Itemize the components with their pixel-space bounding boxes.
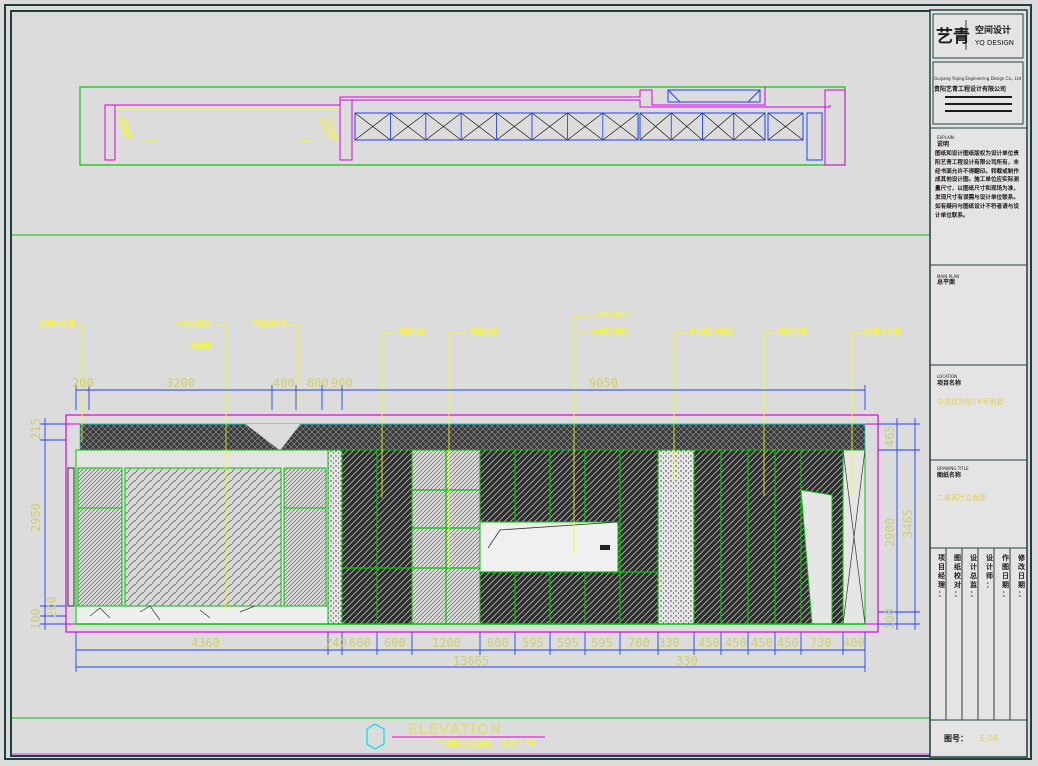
drawing-title-en: DRAWING TITLE bbox=[937, 466, 969, 471]
bottom-dim: 700 bbox=[628, 636, 650, 650]
annotation-label: 墙纸饰面 bbox=[470, 327, 498, 336]
bottom-dim: 595 bbox=[557, 636, 579, 650]
sign-column-char: 计 bbox=[970, 562, 977, 571]
sign-column-char: 日 bbox=[1002, 572, 1009, 580]
top-dim: 900 bbox=[331, 376, 353, 390]
right-dim: 3465 bbox=[901, 509, 915, 538]
left-dim: 200 bbox=[45, 596, 59, 618]
top-dim: 400 bbox=[273, 376, 295, 390]
elevation-marker-icon bbox=[366, 723, 385, 750]
logo: 艺青 bbox=[936, 26, 970, 47]
explain-label-en: EXPLAIN bbox=[937, 135, 954, 140]
cad-drawing: 防腐木饰面 木纹饰面板 墨镜面 不锈钢饰条 墙纸饰条 墙纸饰面 大理石/墙纸 大… bbox=[12, 9, 1028, 758]
sign-column-char: 纸 bbox=[954, 562, 961, 571]
company-en: Guiyang Yiqing Engineering Design Co., L… bbox=[934, 76, 1021, 81]
drawing-no-value: E-08 bbox=[980, 734, 998, 743]
annotation-label: 防腐木饰面 bbox=[866, 327, 901, 336]
sign-column-char: 期 bbox=[1018, 580, 1025, 589]
top-dim: 200 bbox=[72, 376, 94, 390]
bottom-dim: 4360 bbox=[191, 636, 220, 650]
bottom-dim: 450 bbox=[698, 636, 720, 650]
bottom-dim: 1200 bbox=[432, 636, 461, 650]
annotation-label: 墙纸饰面 bbox=[779, 327, 807, 336]
footer-scale: 比例 1:50 bbox=[500, 738, 537, 748]
left-dim: 100 bbox=[29, 608, 43, 630]
right-dim: 100 bbox=[883, 608, 897, 630]
company-cn: 贵阳艺青工程设计有限公司 bbox=[934, 85, 1006, 93]
location-cn: 项目名称 bbox=[937, 379, 961, 387]
left-dim: 215 bbox=[29, 418, 43, 440]
explain-text-box: 图纸和设计图纸版权为设计单位贵阳艺青工程设计有限公司所有，未经书面允许不得翻印。… bbox=[935, 151, 1019, 219]
sign-column-char: 期 bbox=[1002, 580, 1009, 589]
sign-column-char: 校 bbox=[954, 571, 962, 580]
location-en: LOCATION bbox=[937, 374, 957, 379]
location-value: 中铁建贵阳5#号别墅 bbox=[937, 397, 1003, 406]
sign-column-char: ： bbox=[1002, 590, 1009, 598]
annotation-label: 不锈钢饰条 bbox=[252, 319, 287, 328]
annotation-label: 大理石/墙纸 bbox=[592, 310, 629, 319]
elevation-view bbox=[65, 414, 879, 633]
plan-view bbox=[79, 86, 846, 166]
explain-label-cn: 说明 bbox=[937, 140, 949, 148]
sign-column-char: ： bbox=[938, 590, 945, 598]
bottom-dim: 600 bbox=[384, 636, 406, 650]
bottom-dim: 600 bbox=[487, 636, 509, 650]
sign-column-char: 设 bbox=[970, 553, 978, 562]
sign-column-char: 日 bbox=[1018, 572, 1025, 580]
bottom-dim: 450 bbox=[725, 636, 747, 650]
drawing-no-label: 图号： bbox=[944, 734, 968, 743]
sign-column-char: 计 bbox=[986, 562, 993, 571]
sign-column-char: 项 bbox=[938, 553, 945, 562]
bottom-dim: 600 bbox=[349, 636, 371, 650]
bottom-dim: 240 bbox=[325, 636, 347, 650]
main-plan-cn: 总平面 bbox=[937, 278, 955, 286]
sign-column-char: 图 bbox=[954, 553, 961, 562]
sign-column-char: 理 bbox=[938, 580, 945, 589]
sign-column-char: 修 bbox=[1017, 553, 1026, 562]
bottom-dim: 400 bbox=[843, 636, 865, 650]
annotation-label: 防腐木饰面 bbox=[40, 319, 75, 328]
total-dim: 13665 bbox=[453, 654, 489, 668]
top-dim: 3200 bbox=[166, 376, 195, 390]
bottom-dim: 730 bbox=[810, 636, 832, 650]
logo-sub: 空间设计 bbox=[975, 24, 1011, 36]
sign-column-char: 经 bbox=[938, 571, 945, 580]
logo-en: YQ DESIGN bbox=[974, 39, 1014, 47]
sign-column-char: ： bbox=[970, 590, 977, 598]
right-dim: 465 bbox=[883, 425, 897, 447]
sign-column-char: 设 bbox=[986, 553, 994, 562]
bottom-dim: 450 bbox=[777, 636, 799, 650]
footer-title-en: ELEVATION bbox=[408, 722, 503, 738]
top-dim: 9050 bbox=[589, 376, 618, 390]
bottom-dim: 595 bbox=[591, 636, 613, 650]
right-dim: 2900 bbox=[883, 518, 897, 547]
annotation-label: 木饰面/大理石 bbox=[689, 327, 733, 336]
sign-column-char: ： bbox=[986, 581, 993, 589]
sign-column-char: ： bbox=[1018, 590, 1025, 598]
annotation-label: 大理石/墙纸 bbox=[592, 327, 629, 336]
footer-title: ELEVATION 二楼客厅立面图 比例 1:50 bbox=[12, 717, 930, 755]
sign-column-char: 对 bbox=[954, 580, 961, 589]
bottom-dim: 595 bbox=[522, 636, 544, 650]
explain-text: 图纸和设计图纸版权为设计单位贵阳艺青工程设计有限公司所有，未经书面允许不得翻印。… bbox=[935, 151, 1019, 219]
sign-column-char: 师 bbox=[986, 571, 993, 580]
annotation-label: 墙纸饰条 bbox=[398, 327, 426, 336]
left-dim: 2950 bbox=[29, 503, 43, 532]
drawing-title-value: 二楼客厅立面图 bbox=[937, 493, 986, 502]
sign-column-char: ： bbox=[954, 590, 961, 598]
annotation-label: 墨镜面 bbox=[190, 341, 211, 350]
sign-column-char: 作 bbox=[1002, 553, 1009, 562]
bottom-dim: 330 bbox=[658, 636, 680, 650]
total-dim-right: 330 bbox=[676, 654, 698, 668]
top-dim: 800 bbox=[307, 376, 329, 390]
sign-column-char: 改 bbox=[1018, 562, 1026, 571]
sign-column-char: 目 bbox=[938, 563, 945, 571]
sign-column-char: 图 bbox=[1002, 562, 1009, 571]
sign-column-char: 总 bbox=[970, 571, 977, 580]
annotation-label: 木纹饰面板 bbox=[176, 319, 211, 328]
sign-column-char: 监 bbox=[970, 580, 977, 589]
drawing-title-cn: 图纸名称 bbox=[937, 471, 961, 479]
footer-title-cn: 二楼客厅立面图 bbox=[436, 738, 492, 748]
bottom-dim: 450 bbox=[751, 636, 773, 650]
